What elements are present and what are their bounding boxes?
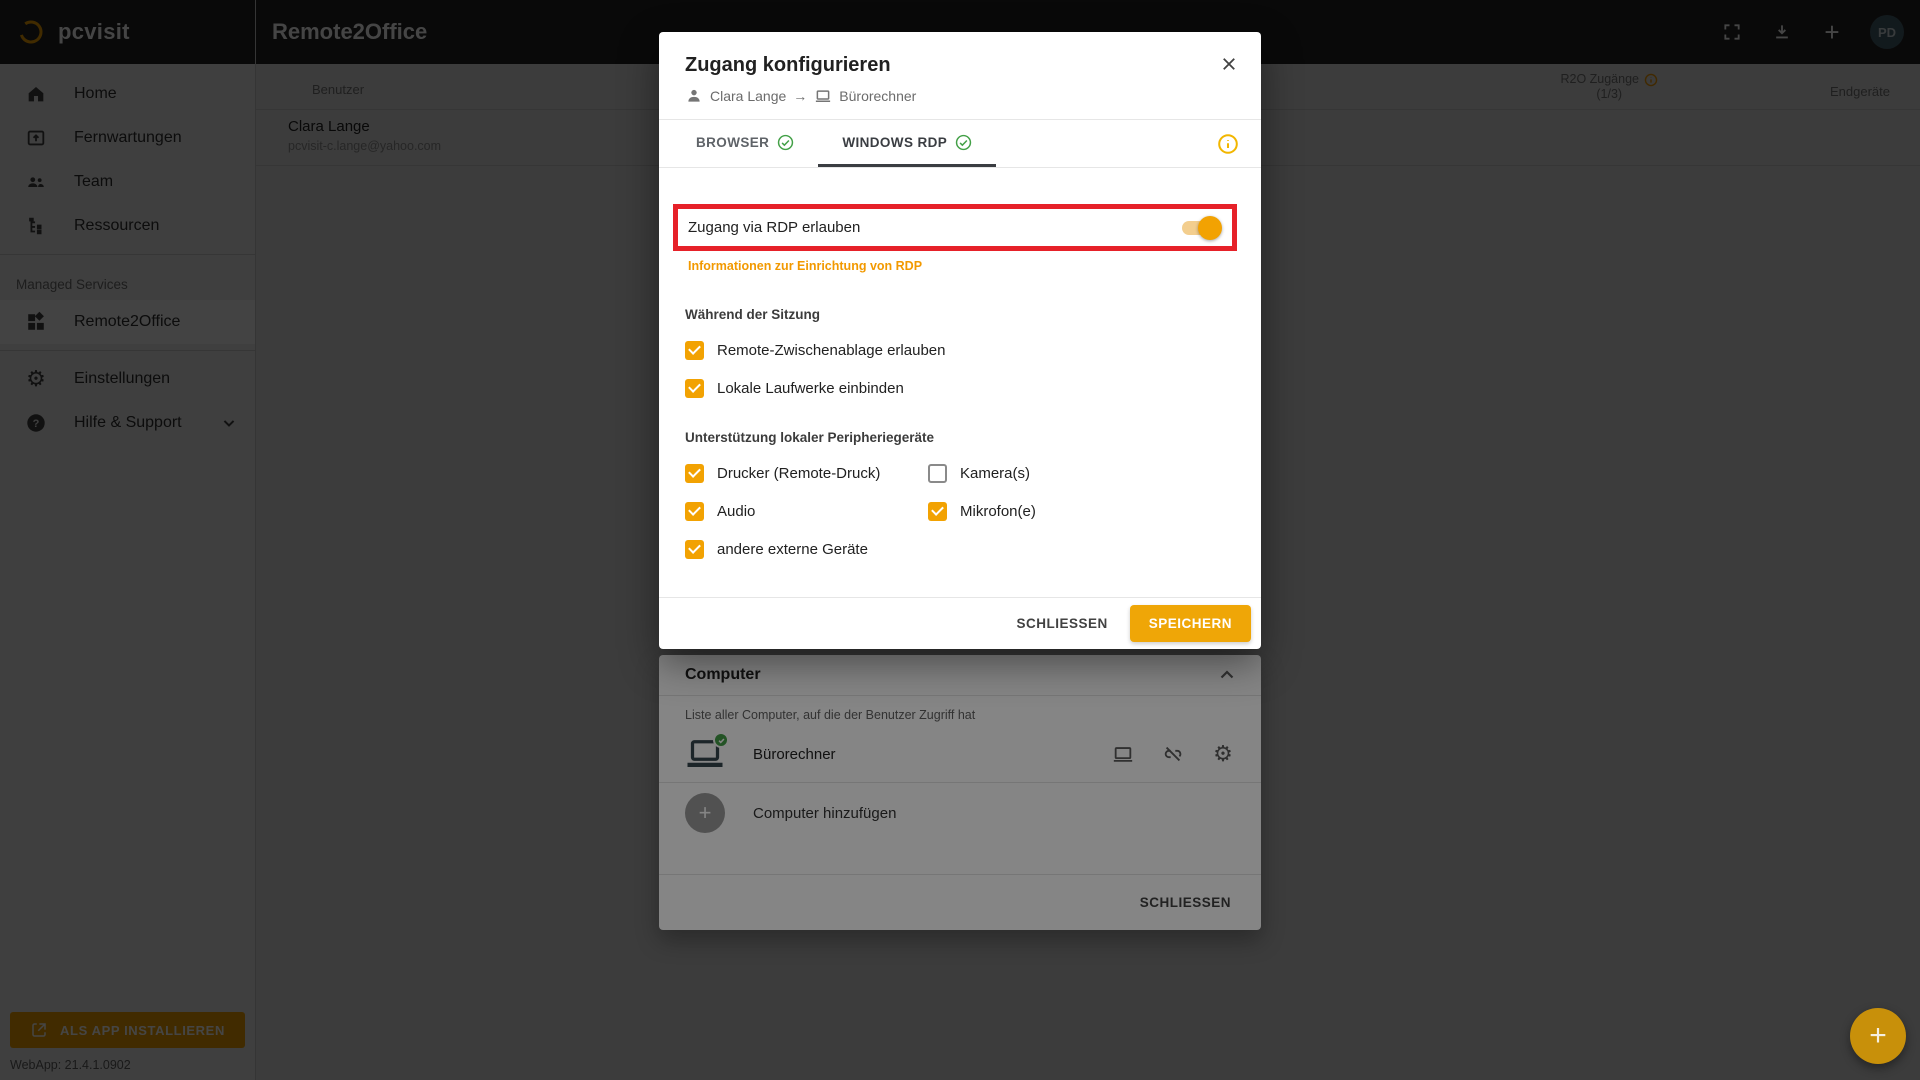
modal-title: Zugang konfigurieren [685, 54, 1235, 77]
tab-windows-rdp[interactable]: WINDOWS RDP [818, 120, 996, 167]
option-row: Drucker (Remote-Druck) Kamera(s) [685, 464, 1235, 483]
arrow-right-icon: → [793, 88, 807, 104]
modal-close-button[interactable]: SCHLIESSEN [1000, 606, 1123, 641]
session-section-label: Während der Sitzung [685, 307, 1235, 322]
tab-label: BROWSER [696, 135, 769, 150]
option-row: Lokale Laufwerke einbinden [685, 379, 1235, 398]
toggle-knob [1198, 216, 1222, 240]
person-icon [685, 87, 703, 105]
check-circle-icon [777, 134, 794, 151]
modal-computer-name: Bürorechner [839, 88, 916, 104]
rdp-toggle-row-highlighted: Zugang via RDP erlauben [673, 204, 1237, 251]
checkbox-camera[interactable] [928, 464, 947, 483]
info-icon[interactable] [1217, 133, 1239, 155]
peripherals-section-label: Unterstützung lokaler Peripheriegeräte [685, 430, 1235, 445]
option-row: Audio Mikrofon(e) [685, 502, 1235, 521]
tab-label: WINDOWS RDP [842, 135, 947, 150]
rdp-toggle[interactable] [1182, 221, 1218, 235]
checkbox-printer[interactable] [685, 464, 704, 483]
option-label: andere externe Geräte [717, 541, 868, 558]
rdp-info-link[interactable]: Informationen zur Einrichtung von RDP [685, 259, 922, 273]
option-label: Audio [717, 503, 755, 520]
modal-tabs: BROWSER WINDOWS RDP [659, 120, 1261, 168]
checkbox-other-devices[interactable] [685, 540, 704, 559]
checkbox-audio[interactable] [685, 502, 704, 521]
fab-add-button[interactable]: + [1850, 1008, 1906, 1064]
option-label: Remote-Zwischenablage erlauben [717, 342, 945, 359]
check-circle-icon [955, 134, 972, 151]
rdp-toggle-label: Zugang via RDP erlauben [688, 219, 860, 236]
modal-body: Zugang via RDP erlauben Informationen zu… [659, 168, 1261, 597]
checkbox-microphone[interactable] [928, 502, 947, 521]
option-label: Drucker (Remote-Druck) [717, 465, 880, 482]
option-label: Kamera(s) [960, 465, 1030, 482]
laptop-icon [814, 87, 832, 105]
option-label: Lokale Laufwerke einbinden [717, 380, 904, 397]
modal-user-name: Clara Lange [710, 88, 786, 104]
option-label: Mikrofon(e) [960, 503, 1036, 520]
configure-access-modal: Zugang konfigurieren Clara Lange → Büror… [659, 32, 1261, 649]
save-button[interactable]: SPEICHERN [1130, 605, 1251, 642]
checkbox-local-drives[interactable] [685, 379, 704, 398]
checkbox-remote-clipboard[interactable] [685, 341, 704, 360]
modal-footer: SCHLIESSEN SPEICHERN [659, 597, 1261, 649]
option-row: Remote-Zwischenablage erlauben [685, 341, 1235, 360]
tab-browser[interactable]: BROWSER [672, 120, 818, 167]
fab-plus-icon: + [1869, 1019, 1887, 1053]
app-window: pcvisit Home Fernwartungen [0, 0, 1920, 1080]
modal-subtitle: Clara Lange → Bürorechner [685, 87, 1235, 105]
option-row: andere externe Geräte [685, 540, 1235, 559]
modal-header: Zugang konfigurieren Clara Lange → Büror… [659, 32, 1261, 120]
close-icon[interactable] [1215, 50, 1243, 78]
